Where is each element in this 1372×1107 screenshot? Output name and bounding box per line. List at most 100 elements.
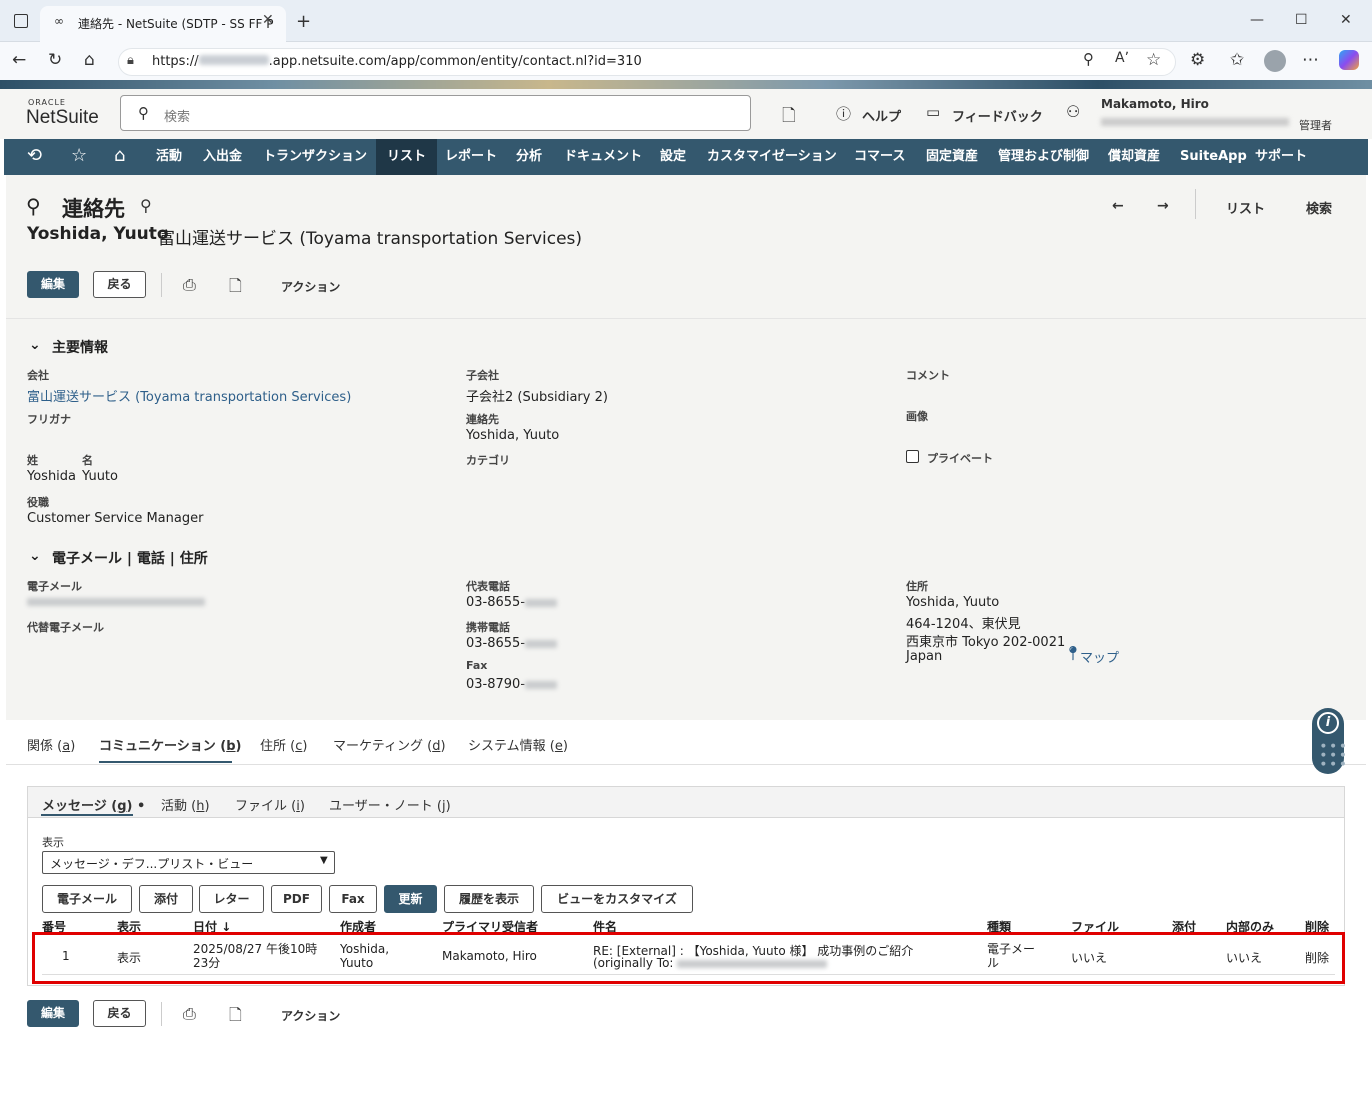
nav-payments[interactable]: 入出金 (197, 139, 248, 175)
grid-icon[interactable]: ∙∙∙ ∙∙∙ ∙∙∙ (1319, 739, 1348, 771)
nav-activities[interactable]: 活動 (150, 139, 188, 175)
zoom-icon[interactable]: ⚲ (1083, 50, 1094, 68)
section-contact-title[interactable]: 電子メール | 電話 | 住所 (52, 548, 208, 568)
dropdown-arrow-icon[interactable]: ▼ (320, 855, 328, 866)
next-record-icon[interactable]: → (1157, 198, 1169, 214)
map-link[interactable]: マップ (1080, 647, 1119, 666)
more-icon[interactable]: ⋯ (1302, 50, 1319, 70)
chevron-down-icon[interactable]: ⌄ (29, 337, 41, 353)
star-icon[interactable]: ☆ (71, 145, 87, 166)
address-line: Yoshida, Yuuto (906, 595, 1000, 610)
section-primary-title[interactable]: 主要情報 (52, 337, 108, 357)
global-search-input[interactable] (120, 95, 751, 131)
first-name-label: 名 (82, 454, 93, 467)
tab-user-notes[interactable]: ユーザー・ノート (j) (329, 795, 451, 814)
nav-fixed-assets[interactable]: 固定資産 (920, 139, 984, 175)
tab-system-info[interactable]: システム情報 (e) (468, 735, 568, 754)
feedback-icon[interactable]: ▭ (926, 103, 940, 121)
user-account-redacted (1101, 118, 1289, 126)
lock-icon[interactable]: 🔒︎ (127, 53, 134, 68)
chevron-down-icon[interactable]: ⌄ (29, 548, 41, 564)
fax-button[interactable]: Fax (329, 885, 377, 913)
tab-messages[interactable]: メッセージ (g) • (42, 795, 145, 814)
reload-icon[interactable]: ↻ (48, 50, 62, 70)
home-icon[interactable]: ⌂ (84, 50, 95, 70)
home-nav-icon[interactable]: ⌂ (114, 145, 125, 166)
record-search-icon[interactable]: ⚲ (140, 196, 152, 215)
user-name[interactable]: Makamoto, Hiro (1101, 97, 1209, 111)
new-document-icon[interactable]: 🗋︎ (229, 1004, 242, 1031)
extensions-icon[interactable]: ⚙ (1190, 50, 1205, 70)
address-label: 住所 (906, 580, 928, 593)
nav-reports[interactable]: レポート (439, 139, 503, 175)
refresh-button[interactable]: 更新 (384, 885, 437, 913)
tab-relationships[interactable]: 関係 (a) (27, 735, 75, 754)
search-link[interactable]: 検索 (1306, 198, 1332, 217)
divider (161, 1002, 162, 1026)
back-button[interactable]: 戻る (93, 271, 146, 298)
edit-button[interactable]: 編集 (27, 271, 79, 298)
tab-files[interactable]: ファイル (i) (235, 795, 305, 814)
new-record-icon[interactable]: 🗋︎ (782, 103, 796, 132)
new-document-icon[interactable]: 🗋︎ (229, 275, 242, 302)
back-button-bottom[interactable]: 戻る (93, 1000, 146, 1027)
netsuite-favicon-icon: ∞ (54, 14, 64, 28)
window-menu-icon[interactable] (14, 14, 28, 28)
action-menu-bottom[interactable]: アクション (281, 1007, 340, 1024)
tab-close-icon[interactable]: ✕ (262, 12, 274, 28)
contact-person-icon: ⚲ (26, 194, 41, 218)
feedback-link[interactable]: フィードバック (952, 106, 1043, 125)
print-icon[interactable]: ⎙ (183, 1004, 196, 1024)
nav-analytics[interactable]: 分析 (510, 139, 548, 175)
tab-activities[interactable]: 活動 (h) (161, 795, 210, 814)
category-label: カテゴリ (466, 454, 510, 467)
nav-customization[interactable]: カスタマイゼーション (701, 139, 843, 175)
customize-view-button[interactable]: ビューをカスタマイズ (541, 885, 693, 913)
favorites-icon[interactable]: ✩ (1230, 50, 1244, 70)
favorite-icon[interactable]: ☆ (1146, 50, 1161, 70)
user-role[interactable]: 管理者 (1299, 117, 1332, 133)
pdf-button[interactable]: PDF (271, 885, 322, 913)
show-history-button[interactable]: 履歴を表示 (444, 885, 534, 913)
action-menu[interactable]: アクション (281, 278, 340, 295)
help-link[interactable]: ヘルプ (862, 106, 901, 125)
letter-button[interactable]: レター (199, 885, 264, 913)
copilot-icon[interactable] (1339, 50, 1359, 70)
nav-amortization[interactable]: 償却資産 (1102, 139, 1166, 175)
url-text[interactable]: https://.app.netsuite.com/app/common/ent… (152, 54, 642, 69)
nav-management[interactable]: 管理および制御 (992, 139, 1095, 175)
nav-lists[interactable]: リスト (376, 139, 438, 175)
profile-icon[interactable] (1264, 50, 1286, 72)
prev-record-icon[interactable]: ← (1112, 198, 1124, 214)
nav-transactions[interactable]: トランザクション (257, 139, 373, 175)
tab-communication[interactable]: コミュニケーション (b) (99, 735, 241, 754)
company-link[interactable]: 富山運送サービス (Toyama transportation Services… (27, 386, 351, 405)
edit-button-bottom[interactable]: 編集 (27, 1000, 79, 1027)
roles-icon[interactable]: ⚇ (1066, 102, 1080, 121)
attach-button[interactable]: 添付 (139, 885, 193, 913)
read-aloud-icon[interactable]: Aʼ (1115, 50, 1129, 66)
new-tab-icon[interactable]: + (296, 11, 311, 32)
tab-address[interactable]: 住所 (c) (260, 735, 307, 754)
help-icon[interactable]: ⓘ (836, 103, 851, 124)
email-button[interactable]: 電子メール (42, 885, 132, 913)
private-checkbox[interactable] (906, 450, 919, 463)
print-icon[interactable]: ⎙ (183, 275, 196, 295)
netsuite-logo[interactable]: NetSuite (26, 107, 99, 129)
list-link[interactable]: リスト (1226, 198, 1265, 217)
info-icon[interactable]: i (1317, 712, 1339, 734)
email-label: 電子メール (27, 580, 82, 593)
contact-value: Yoshida, Yuuto (466, 428, 560, 443)
recent-icon[interactable]: ⟲ (27, 145, 42, 166)
minimize-icon[interactable]: — (1250, 12, 1264, 28)
nav-commerce[interactable]: コマース (848, 139, 911, 175)
subsidiary-label: 子会社 (466, 369, 499, 382)
nav-support[interactable]: サポート (1249, 139, 1313, 175)
maximize-icon[interactable]: ☐ (1295, 12, 1308, 28)
nav-suiteapp[interactable]: SuiteApp (1174, 139, 1253, 175)
tab-marketing[interactable]: マーケティング (d) (333, 735, 446, 754)
nav-documents[interactable]: ドキュメント (558, 139, 648, 175)
window-close-icon[interactable]: ✕ (1340, 12, 1352, 28)
back-icon[interactable]: ← (12, 50, 26, 70)
nav-setup[interactable]: 設定 (654, 139, 692, 175)
